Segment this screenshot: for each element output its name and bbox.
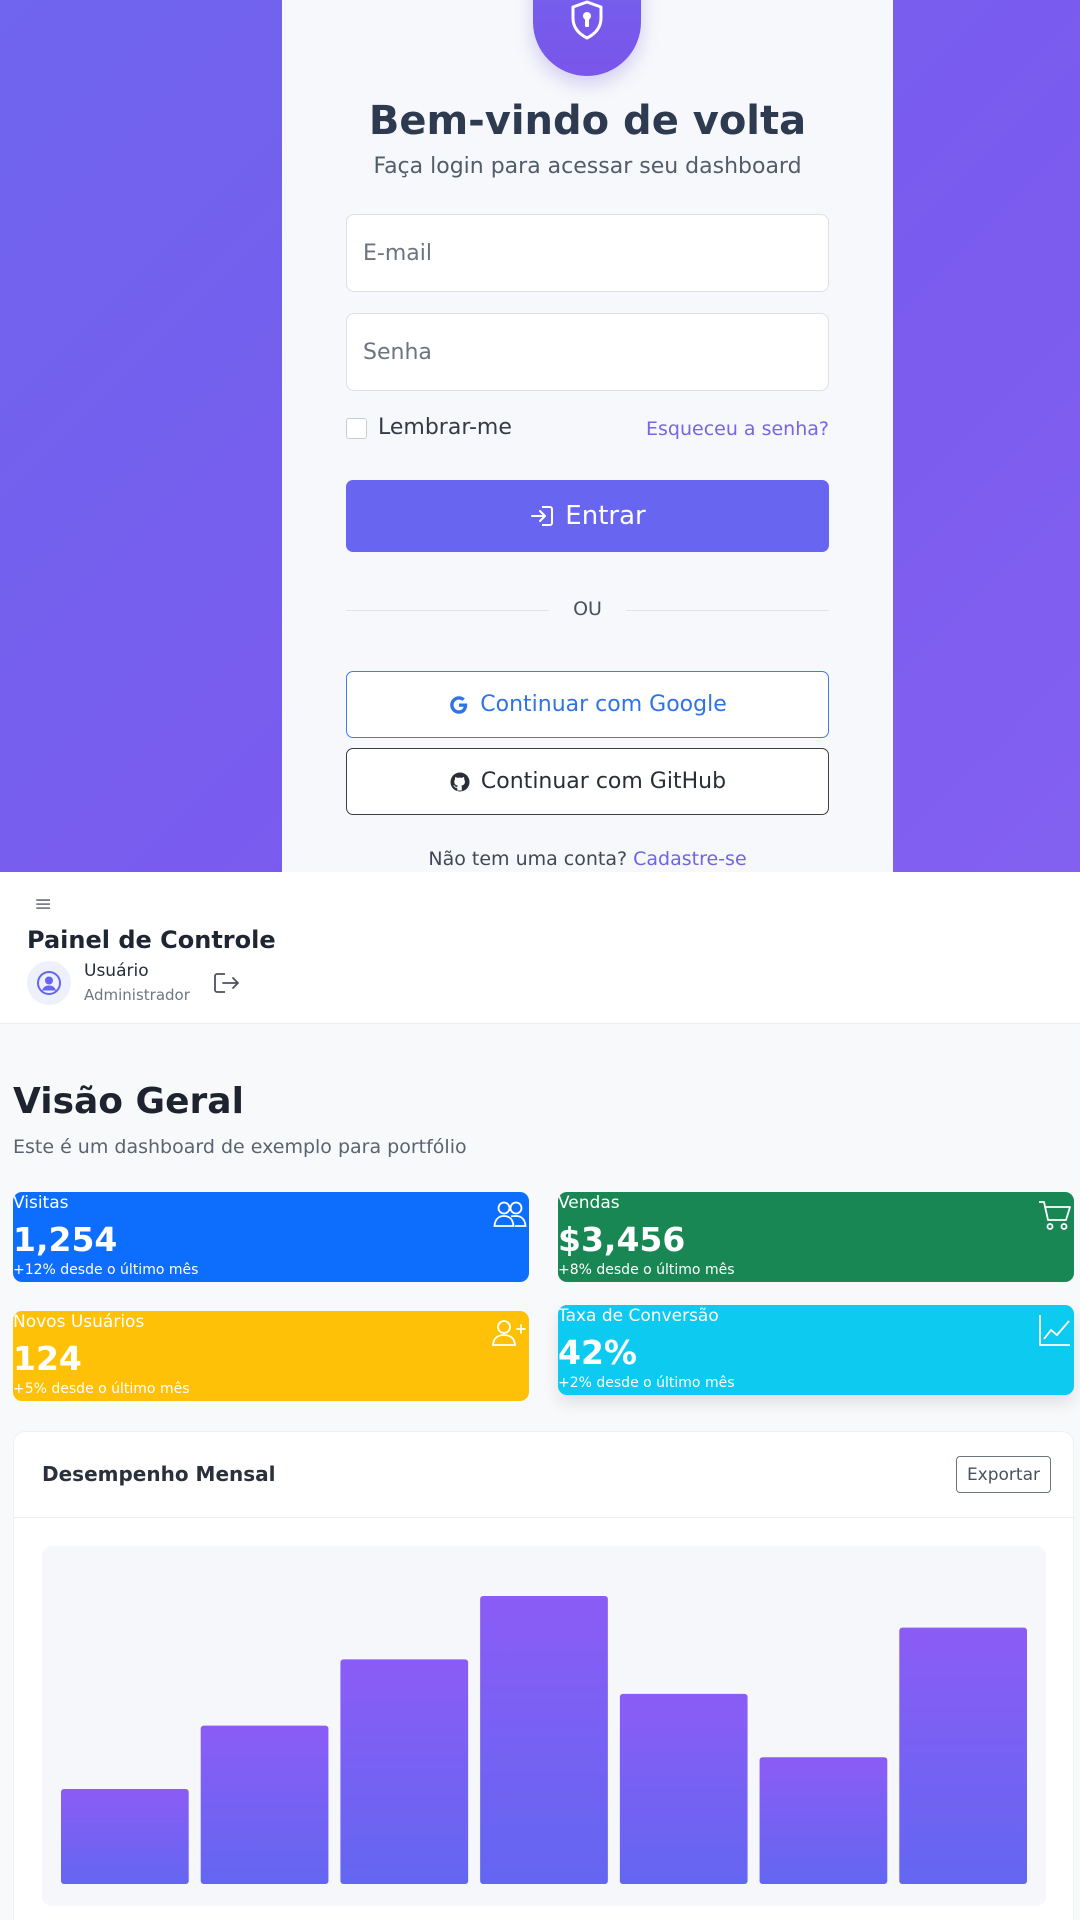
export-button[interactable]: Exportar bbox=[955, 1456, 1051, 1493]
logout-icon[interactable] bbox=[213, 971, 241, 999]
login-logo bbox=[533, 0, 641, 76]
stat-change: +8% desde o último mês bbox=[558, 1262, 735, 1278]
remember-checkbox[interactable] bbox=[346, 418, 367, 439]
login-title: Bem-vindo de volta bbox=[368, 98, 807, 144]
signup-prompt: Não tem uma conta? bbox=[428, 848, 628, 870]
header-title: Painel de Controle bbox=[27, 926, 276, 954]
cart-icon bbox=[1038, 1200, 1072, 1236]
user-role: Administrador bbox=[84, 986, 190, 1004]
stat-change: +2% desde o último mês bbox=[558, 1375, 735, 1391]
chart-bar bbox=[899, 1627, 1027, 1884]
stat-value: $3,456 bbox=[558, 1220, 686, 1259]
trend-chart-icon bbox=[1038, 1313, 1072, 1351]
google-login-button[interactable]: Continuar com Google bbox=[346, 671, 829, 738]
stat-value: 124 bbox=[13, 1339, 82, 1378]
chart-bar bbox=[619, 1693, 748, 1884]
chart-bar bbox=[200, 1725, 329, 1884]
stat-change: +5% desde o último mês bbox=[13, 1381, 190, 1397]
password-input[interactable] bbox=[346, 313, 829, 391]
page-subtitle: Este é um dashboard de exemplo para port… bbox=[13, 1136, 467, 1158]
page-title: Visão Geral bbox=[13, 1081, 244, 1122]
divider-text: OU bbox=[573, 598, 602, 620]
divider-line-right bbox=[626, 610, 829, 611]
github-login-button[interactable]: Continuar com GitHub bbox=[346, 748, 829, 815]
stat-value: 1,254 bbox=[13, 1220, 118, 1259]
github-icon bbox=[450, 772, 470, 791]
github-button-label: Continuar com GitHub bbox=[480, 769, 727, 794]
stat-change: +12% desde o último mês bbox=[13, 1262, 199, 1278]
stat-label: Visitas bbox=[13, 1193, 69, 1213]
menu-toggle-icon[interactable]: ≡ bbox=[34, 892, 52, 917]
stat-value: 42% bbox=[558, 1333, 637, 1372]
google-icon bbox=[450, 695, 468, 714]
login-subtitle: Faça login para acessar seu dashboard bbox=[373, 154, 802, 179]
chart-bar bbox=[61, 1788, 189, 1884]
stat-label: Taxa de Conversão bbox=[558, 1306, 719, 1326]
stat-card-conversion[interactable]: Taxa de Conversão 42% +2% desde o último… bbox=[558, 1305, 1074, 1395]
login-card: Bem-vindo de volta Faça login para acess… bbox=[282, 0, 893, 872]
app-header: ≡ Painel de Controle Usuário Administrad… bbox=[0, 872, 1080, 1024]
stat-label: Vendas bbox=[558, 1193, 620, 1213]
chart-area bbox=[42, 1546, 1046, 1906]
user-circle-icon bbox=[37, 971, 61, 995]
stat-card-new-users[interactable]: Novos Usuários 124 +5% desde o último mê… bbox=[13, 1311, 529, 1401]
shield-lock-icon bbox=[571, 0, 603, 40]
people-icon bbox=[493, 1200, 527, 1232]
forgot-password-link[interactable]: Esqueceu a senha? bbox=[646, 418, 829, 440]
stat-card-visits[interactable]: Visitas 1,254 +12% desde o último mês bbox=[13, 1192, 529, 1282]
remember-row: Lembrar-me Esqueceu a senha? bbox=[346, 415, 829, 445]
login-arrow-icon bbox=[531, 506, 554, 526]
person-add-icon bbox=[491, 1319, 527, 1351]
bar-chart bbox=[61, 1596, 1027, 1884]
chart-title: Desempenho Mensal bbox=[42, 1462, 276, 1486]
remember-label[interactable]: Lembrar-me bbox=[378, 415, 512, 440]
google-button-label: Continuar com Google bbox=[480, 692, 727, 717]
signup-link[interactable]: Cadastre-se bbox=[633, 848, 747, 870]
chart-card: Desempenho Mensal Exportar bbox=[13, 1431, 1075, 1920]
user-name: Usuário bbox=[84, 961, 149, 981]
stat-card-sales[interactable]: Vendas $3,456 +8% desde o último mês bbox=[558, 1192, 1074, 1282]
chart-bar bbox=[480, 1596, 608, 1884]
email-input[interactable] bbox=[346, 214, 829, 292]
stat-label: Novos Usuários bbox=[13, 1312, 145, 1332]
signup-row: Não tem uma conta? Cadastre-se bbox=[282, 848, 893, 870]
or-divider: OU bbox=[346, 596, 829, 626]
login-button-label: Entrar bbox=[565, 501, 646, 531]
login-background: Bem-vindo de volta Faça login para acess… bbox=[0, 0, 1080, 872]
login-button[interactable]: Entrar bbox=[346, 480, 829, 552]
chart-header: Desempenho Mensal Exportar bbox=[14, 1432, 1075, 1518]
chart-bar bbox=[340, 1659, 469, 1884]
avatar[interactable] bbox=[27, 961, 71, 1005]
chart-bar bbox=[759, 1757, 888, 1884]
